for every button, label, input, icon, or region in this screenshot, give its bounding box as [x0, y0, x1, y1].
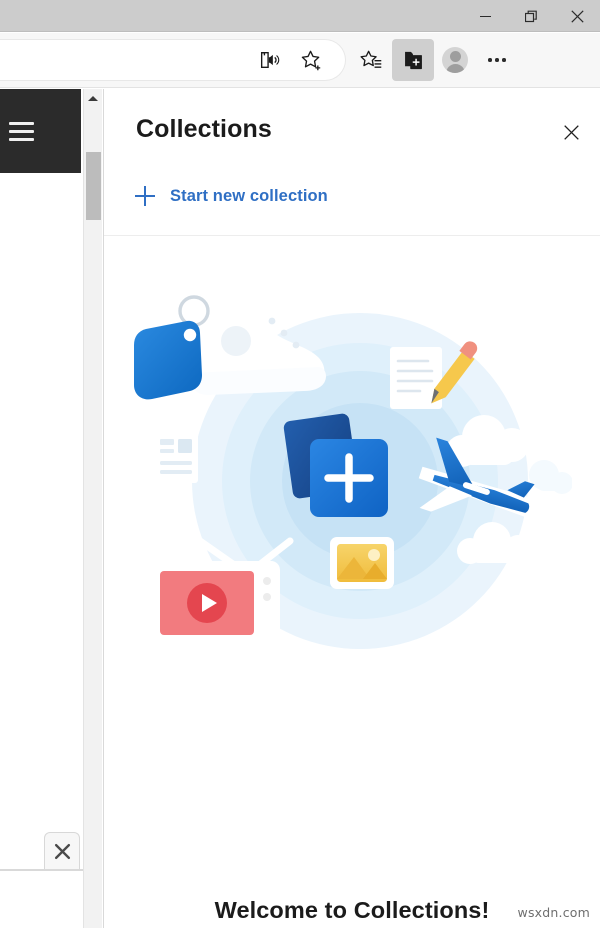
collections-close-button[interactable]	[554, 115, 588, 149]
tv-play-icon	[150, 537, 294, 645]
scrollbar-thumb[interactable]	[86, 152, 101, 220]
favorites-icon[interactable]	[350, 39, 392, 81]
page-scrollbar[interactable]	[83, 89, 102, 928]
collections-header: Collections Start new collection	[104, 89, 600, 236]
collections-empty-illustration	[104, 269, 600, 749]
settings-more-icon[interactable]	[476, 39, 518, 81]
start-new-collection-button[interactable]: Start new collection	[134, 179, 328, 213]
page-close-chip-button[interactable]	[44, 832, 80, 870]
toolbar-actions	[248, 39, 518, 81]
scroll-up-arrow-icon[interactable]	[84, 89, 102, 107]
window-controls	[462, 0, 600, 32]
add-favorite-icon[interactable]	[290, 39, 332, 81]
header-divider	[104, 235, 600, 236]
hamburger-icon	[9, 122, 34, 146]
restore-button[interactable]	[508, 0, 554, 32]
photo-image-icon	[330, 537, 394, 589]
page-title: Collections	[136, 115, 272, 143]
plus-icon	[134, 185, 156, 207]
minimize-button[interactable]	[462, 0, 508, 32]
watermark: wsxdn.com	[517, 905, 590, 920]
window-titlebar	[0, 0, 600, 32]
page-edge-divider	[0, 869, 83, 871]
avatar	[442, 47, 468, 73]
edge-browser-window: Collections Start new collection Welcome…	[0, 0, 600, 928]
close-icon	[54, 843, 70, 860]
page-hamburger-menu[interactable]	[0, 89, 81, 173]
read-aloud-icon[interactable]	[248, 39, 290, 81]
close-icon	[563, 124, 579, 140]
collections-pane: Collections Start new collection Welcome…	[104, 89, 600, 928]
profile-avatar[interactable]	[434, 39, 476, 81]
start-new-collection-label: Start new collection	[170, 186, 328, 205]
article-card-icon	[154, 431, 198, 483]
collections-icon[interactable]	[392, 39, 434, 81]
browser-toolbar	[0, 33, 600, 88]
close-button[interactable]	[554, 0, 600, 32]
